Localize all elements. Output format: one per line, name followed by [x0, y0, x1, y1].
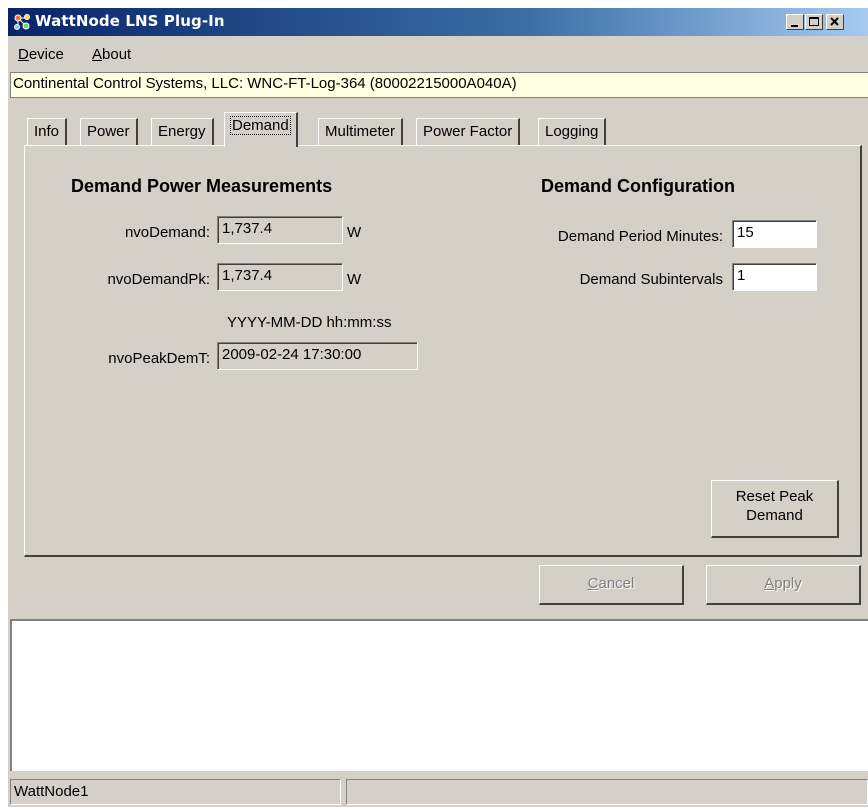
demand-configuration-heading: Demand Configuration: [541, 176, 735, 196]
demand-period-label: Demand Period Minutes:: [557, 228, 723, 245]
cancel-button[interactable]: Cancel: [539, 565, 684, 605]
close-button[interactable]: [826, 14, 844, 30]
nvo-demand-pk-unit: W: [347, 271, 362, 288]
nvo-demand-pk-label: nvoDemandPk:: [107, 271, 210, 288]
demand-measurements-heading: Demand Power Measurements: [71, 176, 333, 196]
nvo-demand-field: 1,737.4: [217, 216, 343, 244]
title-bar[interactable]: WattNode LNS Plug-In: [8, 8, 868, 36]
nvo-demand-pk-field: 1,737.4: [217, 263, 343, 291]
close-icon: [830, 17, 839, 26]
minimize-icon: [791, 25, 798, 27]
reset-peak-demand-line1: Reset Peak: [735, 488, 814, 505]
tab-power[interactable]: Power: [80, 118, 138, 146]
tab-multimeter[interactable]: Multimeter: [318, 118, 404, 146]
menu-about[interactable]: About: [92, 46, 131, 63]
log-text-area[interactable]: [10, 619, 868, 771]
tab-logging[interactable]: Logging: [538, 118, 607, 146]
status-bar: WattNode1: [8, 776, 868, 807]
tab-energy[interactable]: Energy: [151, 118, 214, 146]
date-format-label: YYYY-MM-DD hh:mm:ss: [227, 314, 392, 331]
demand-subintervals-input[interactable]: 1: [732, 263, 817, 291]
status-pane-device: WattNode1: [10, 779, 341, 805]
nvo-demand-unit: W: [347, 224, 362, 241]
menu-device[interactable]: Device: [18, 46, 64, 63]
nvo-peak-dem-t-label: nvoPeakDemT:: [108, 350, 210, 367]
tab-demand[interactable]: Demand: [224, 112, 298, 147]
reset-peak-demand-line2: Demand: [746, 507, 803, 524]
nvo-demand-label: nvoDemand:: [124, 224, 210, 241]
demand-subintervals-label: Demand Subintervals: [579, 271, 723, 288]
maximize-icon: [809, 17, 819, 26]
device-info-bar: Continental Control Systems, LLC: WNC-FT…: [10, 72, 868, 98]
menu-bar: Device About: [8, 36, 868, 70]
apply-button[interactable]: Apply: [706, 565, 861, 605]
demand-period-input[interactable]: 15: [732, 220, 817, 248]
plugin-window: WattNode LNS Plug-In Device About Contin…: [8, 8, 868, 807]
tab-power-factor[interactable]: Power Factor: [416, 118, 521, 146]
minimize-button[interactable]: [786, 14, 804, 30]
window-title: WattNode LNS Plug-In: [35, 12, 225, 30]
network-nodes-icon: [14, 14, 30, 30]
tab-info[interactable]: Info: [27, 118, 68, 146]
demand-tab-panel: Demand Power Measurements nvoDemand: 1,7…: [24, 145, 862, 557]
reset-peak-demand-button[interactable]: Reset Peak Demand: [711, 480, 839, 538]
maximize-button[interactable]: [805, 14, 823, 30]
status-pane-secondary: [346, 779, 868, 805]
nvo-peak-dem-t-field: 2009-02-24 17:30:00: [217, 342, 418, 370]
